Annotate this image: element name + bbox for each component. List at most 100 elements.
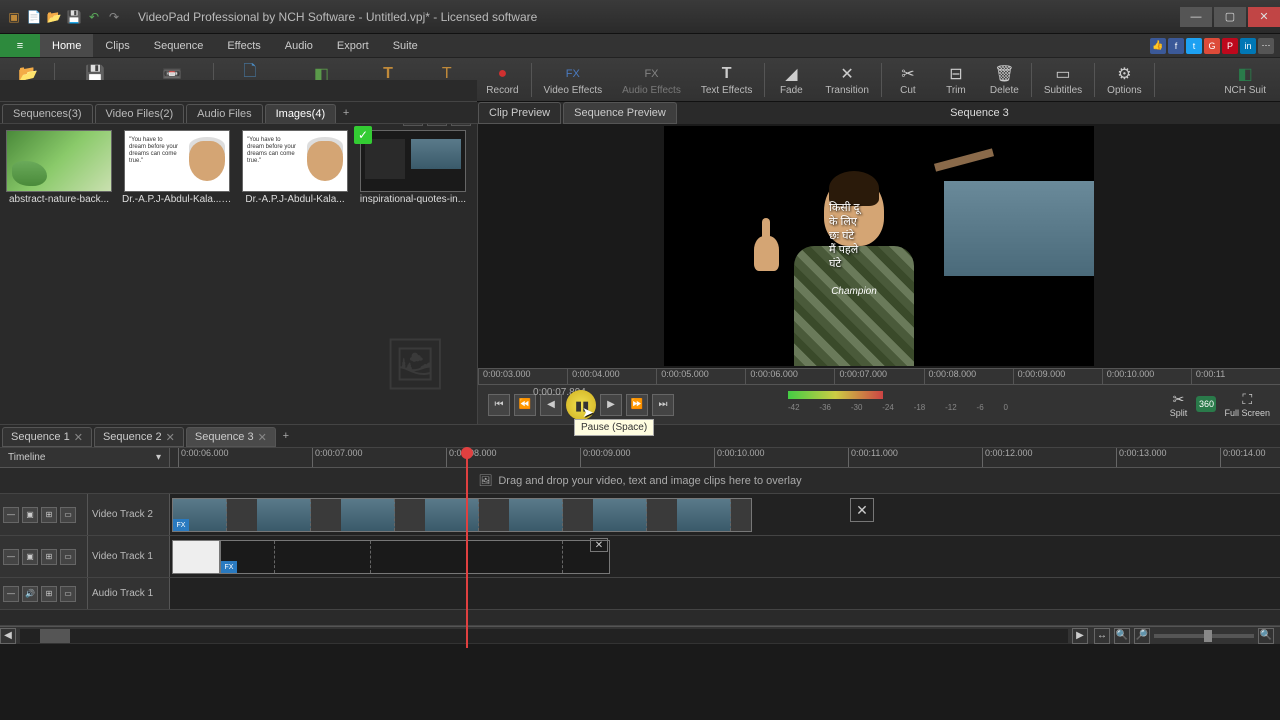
bin-item-label: Dr.-A.P.J-Abdul-Kala... [240,194,350,205]
trim-button[interactable]: ⊟Trim [932,62,980,98]
share-icon[interactable]: ⋯ [1258,38,1274,54]
track-preview-icon[interactable]: ▣ [22,507,38,523]
clip-transition-icon[interactable]: ✕ [850,498,874,522]
image-clip-quote[interactable] [172,540,220,574]
bin-item[interactable]: "You have to dream before your dreams ca… [240,130,350,205]
close-icon[interactable]: ✕ [74,431,83,444]
next-frame-button[interactable]: ⏩ [626,394,648,416]
zoom-full-button[interactable]: 🔍 [1258,628,1274,644]
track-toggle-icon[interactable]: — [3,507,19,523]
images-bin-tab[interactable]: Images (4) [265,104,337,123]
playback-controls: 0:00:07.894 ⏮ ⏪ ◀ ▮▮ ➤ ▶ ⏩ ⏭ Pause (Spac… [478,384,1280,424]
360-button[interactable]: 360 [1196,396,1216,413]
go-end-button[interactable]: ⏭ [652,394,674,416]
sequence-1-tab[interactable]: Sequence 1✕ [2,427,92,447]
scroll-right-button[interactable]: ▶ [1072,628,1088,644]
close-icon[interactable]: ✕ [258,431,267,444]
undo-icon[interactable]: ↶ [86,9,102,25]
track-fx-icon[interactable]: ▭ [60,586,76,602]
bin-item[interactable]: abstract-nature-back... [4,130,114,205]
track-fx-icon[interactable]: ▭ [60,549,76,565]
scroll-left-button[interactable]: ◀ [0,628,16,644]
track-content[interactable] [170,578,1280,609]
fullscreen-button[interactable]: ⛶Full Screen [1224,391,1270,418]
menu-audio[interactable]: Audio [273,34,325,57]
playhead[interactable] [466,448,468,648]
video-clip[interactable]: FX [172,498,752,532]
preview-viewport: Champion किसी दू के लिए छः घंटे मैं पहले… [478,124,1280,368]
go-start-button[interactable]: ⏮ [488,394,510,416]
menu-home[interactable]: Home [40,34,93,57]
track-toggle-icon[interactable]: — [3,586,19,602]
bin-item[interactable]: "You have to dream before your dreams ca… [122,130,232,205]
menu-effects[interactable]: Effects [215,34,272,57]
fit-button[interactable]: ↔ [1094,628,1110,644]
add-bin-tab[interactable]: + [336,102,356,123]
menu-clips[interactable]: Clips [93,34,141,57]
close-button[interactable]: ✕ [1248,7,1280,27]
image-clip-inspirational[interactable]: FX [220,540,610,574]
transition-button[interactable]: ✕Transition [815,62,879,98]
timeline-panel: Timeline▾ 0:00:06.000 0:00:07.000 0:00:0… [0,448,1280,626]
minimize-button[interactable]: — [1180,7,1212,27]
save-icon[interactable]: 💾 [66,9,82,25]
track-preview-icon[interactable]: ▣ [22,549,38,565]
audio-effects-button[interactable]: FXAudio Effects [612,62,691,98]
horizontal-scrollbar[interactable] [20,629,1068,643]
sequences-bin-tab[interactable]: Sequences (3) [2,104,93,123]
zoom-out-button[interactable]: 🔍 [1114,628,1130,644]
close-icon[interactable]: ✕ [166,431,175,444]
clip-transition-icon[interactable]: ✕ [590,538,608,552]
like-icon[interactable]: 👍 [1150,38,1166,54]
delete-button[interactable]: 🗑Delete [980,62,1029,98]
cut-button[interactable]: ✂Cut [884,62,932,98]
zoom-slider[interactable] [1154,634,1254,638]
timeline-ruler[interactable]: 0:00:06.000 0:00:07.000 0:00:08.000 0:00… [170,448,1280,467]
track-content[interactable]: FX ✕ [170,494,1280,535]
audio-files-bin-tab[interactable]: Audio Files [186,104,262,123]
file-menu-button[interactable]: ≡ [0,34,40,57]
maximize-button[interactable]: ▢ [1214,7,1246,27]
menu-suite[interactable]: Suite [381,34,430,57]
track-fx-icon[interactable]: ▭ [60,507,76,523]
pause-button[interactable]: ▮▮ ➤ [566,390,596,420]
fade-button[interactable]: ◢Fade [767,62,815,98]
redo-icon[interactable]: ↷ [106,9,122,25]
facebook-icon[interactable]: f [1168,38,1184,54]
menu-sequence[interactable]: Sequence [142,34,216,57]
pinterest-icon[interactable]: P [1222,38,1238,54]
nch-suite-button[interactable]: ◧NCH Suit [1214,62,1276,98]
track-mute-icon[interactable]: 🔊 [22,586,38,602]
timeline-mode-selector[interactable]: Timeline▾ [0,448,170,467]
track-link-icon[interactable]: ⊞ [41,549,57,565]
track-toggle-icon[interactable]: — [3,549,19,565]
tooltip: Pause (Space) [574,419,654,436]
split-button[interactable]: ✂Split [1168,391,1188,418]
record-button[interactable]: ●Record [476,62,528,98]
bin-item[interactable]: ✓ inspirational-quotes-in... [358,130,468,205]
step-forward-button[interactable]: ▶ [600,394,622,416]
options-button[interactable]: ⚙Options [1097,62,1151,98]
clip-preview-tab[interactable]: Clip Preview [478,102,561,124]
preview-ruler[interactable]: 0:00:03.0000:00:04.000 0:00:05.0000:00:0… [478,368,1280,384]
subtitles-button[interactable]: ▭Subtitles [1034,62,1092,98]
overlay-text: किसी दू के लिए छः घंटे मैं पहले घंटे [829,201,859,271]
track-content[interactable]: FX ✕ [170,536,1280,577]
overlay-drop-hint[interactable]: 🖼 Drag and drop your video, text and ima… [0,468,1280,494]
track-link-icon[interactable]: ⊞ [41,586,57,602]
zoom-in-button[interactable]: 🔎 [1134,628,1150,644]
add-sequence-tab[interactable]: + [276,425,296,447]
track-link-icon[interactable]: ⊞ [41,507,57,523]
new-icon[interactable]: 📄 [26,9,42,25]
google-icon[interactable]: G [1204,38,1220,54]
sequence-3-tab[interactable]: Sequence 3✕ [186,427,276,447]
linkedin-icon[interactable]: in [1240,38,1256,54]
sequence-2-tab[interactable]: Sequence 2✕ [94,427,184,447]
text-effects-button[interactable]: TText Effects [691,62,763,98]
sequence-preview-tab[interactable]: Sequence Preview [563,102,677,124]
twitter-icon[interactable]: t [1186,38,1202,54]
open-icon[interactable]: 📂 [46,9,62,25]
video-files-bin-tab[interactable]: Video Files (2) [95,104,185,123]
video-effects-button[interactable]: FXVideo Effects [534,62,613,98]
menu-export[interactable]: Export [325,34,381,57]
